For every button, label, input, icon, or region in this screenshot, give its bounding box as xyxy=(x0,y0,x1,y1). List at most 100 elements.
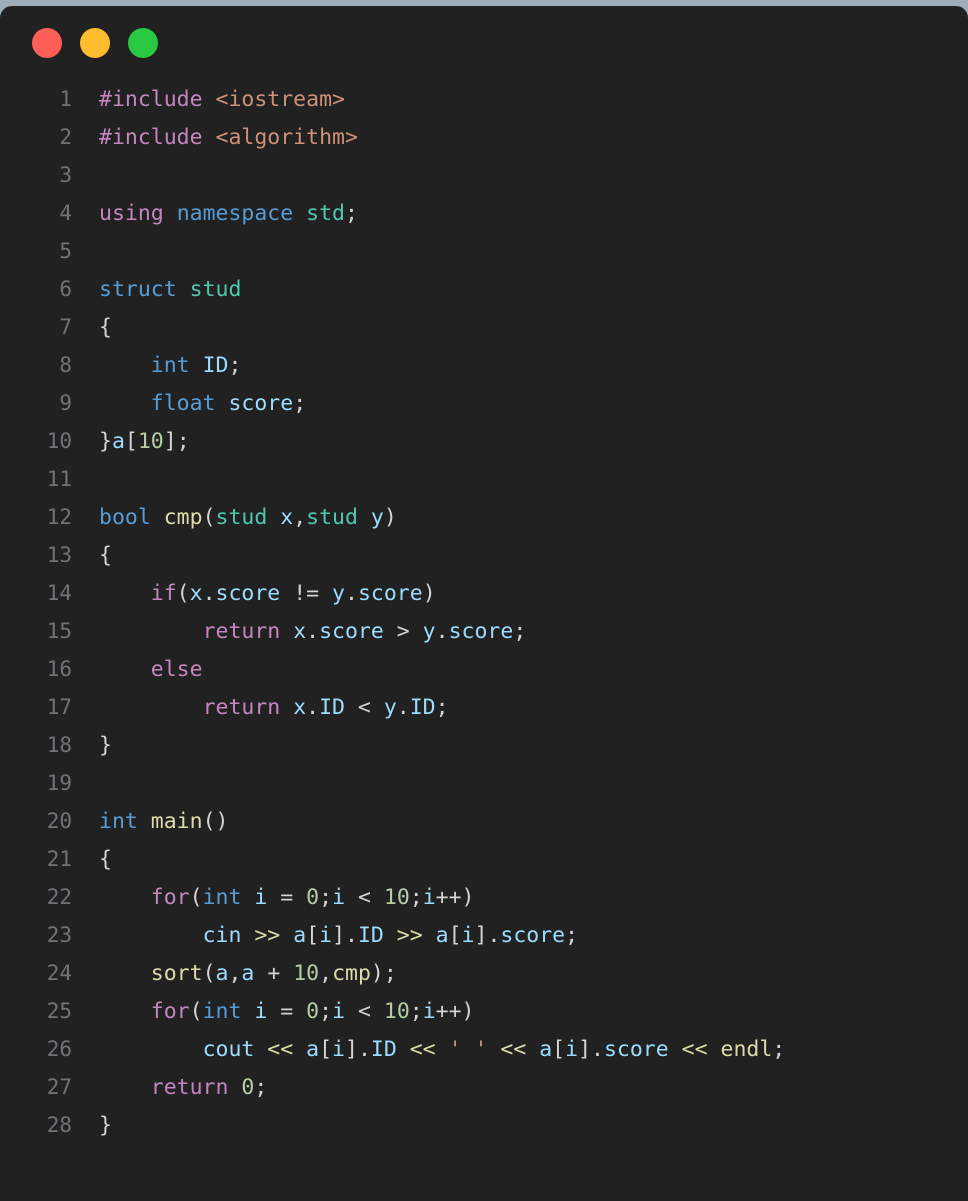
code-line[interactable]: 7{ xyxy=(0,308,968,346)
code-token: endl xyxy=(720,1037,773,1062)
code-token: x xyxy=(293,619,307,644)
code-token: <iostream> xyxy=(215,87,345,112)
code-token: score xyxy=(448,619,514,644)
code-line[interactable]: 10}a[10]; xyxy=(0,422,968,460)
line-code[interactable]: using namespace std; xyxy=(72,195,358,233)
close-button-icon[interactable] xyxy=(32,28,62,58)
line-code[interactable]: { xyxy=(72,309,112,347)
line-number: 7 xyxy=(59,315,72,339)
code-line[interactable]: 3 xyxy=(0,156,968,194)
line-code[interactable]: float score; xyxy=(72,385,306,423)
code-line[interactable]: 17 return x.ID < y.ID; xyxy=(0,688,968,726)
code-token: ID xyxy=(370,1037,397,1062)
code-line[interactable]: 27 return 0; xyxy=(0,1068,968,1106)
code-token: i xyxy=(332,1037,345,1062)
line-code[interactable]: int main() xyxy=(72,803,228,841)
code-line[interactable]: 2 #include <algorithm> xyxy=(0,118,968,156)
line-code[interactable]: struct stud xyxy=(72,271,241,309)
code-token: ; xyxy=(565,923,579,948)
code-line[interactable]: 9 float score; xyxy=(0,384,968,422)
code-line[interactable]: 5 xyxy=(0,232,968,270)
code-token: score xyxy=(228,391,294,416)
line-code[interactable]: return x.score > y.score; xyxy=(72,613,527,651)
code-line[interactable]: 14 if(x.score != y.score) xyxy=(0,574,968,612)
line-code[interactable]: for(int i = 0;i < 10;i++) xyxy=(72,993,475,1031)
code-token: ; xyxy=(293,391,307,416)
line-number: 11 xyxy=(46,467,72,491)
line-number: 12 xyxy=(46,505,72,529)
code-line[interactable]: 24 sort(a,a + 10,cmp); xyxy=(0,954,968,992)
code-line[interactable]: 8 int ID; xyxy=(0,346,968,384)
code-line[interactable]: 18} xyxy=(0,726,968,764)
code-line[interactable]: 11 xyxy=(0,460,968,498)
code-line[interactable]: 13 { xyxy=(0,536,968,574)
code-token: y xyxy=(370,505,384,530)
line-code[interactable] xyxy=(72,765,112,803)
line-code[interactable]: #include <algorithm> xyxy=(72,119,358,157)
code-line[interactable]: 28} xyxy=(0,1106,968,1144)
line-code[interactable]: cout << a[i].ID << ' ' << a[i].score << … xyxy=(72,1031,786,1069)
code-line[interactable]: 12 bool cmp(stud x,stud y) xyxy=(0,498,968,536)
code-token: int xyxy=(150,353,190,378)
code-token: ]; xyxy=(163,429,190,454)
line-code[interactable] xyxy=(72,233,112,271)
code-line[interactable]: 4 using namespace std; xyxy=(0,194,968,232)
line-code[interactable]: for(int i = 0;i < 10;i++) xyxy=(72,879,475,917)
code-line[interactable]: 25 for(int i = 0;i < 10;i++) xyxy=(0,992,968,1030)
line-number: 22 xyxy=(46,885,72,909)
line-code[interactable]: } xyxy=(72,727,112,765)
maximize-button-icon[interactable] xyxy=(128,28,158,58)
code-line[interactable]: 6 struct stud xyxy=(0,270,968,308)
code-line[interactable]: 1 #include <iostream> xyxy=(0,80,968,118)
line-code[interactable] xyxy=(72,157,112,195)
line-code[interactable]: if(x.score != y.score) xyxy=(72,575,436,613)
code-token: << xyxy=(409,1037,436,1062)
code-line[interactable]: 21 { xyxy=(0,840,968,878)
code-line[interactable]: 16 else xyxy=(0,650,968,688)
line-code[interactable]: cin >> a[i].ID >> a[i].score; xyxy=(72,917,579,955)
code-line[interactable]: 22 for(int i = 0;i < 10;i++) xyxy=(0,878,968,916)
code-line[interactable]: 15 return x.score > y.score; xyxy=(0,612,968,650)
code-token: , xyxy=(228,961,242,986)
code-token: . xyxy=(306,695,320,720)
line-code[interactable]: return 0; xyxy=(72,1069,268,1107)
line-number: 18 xyxy=(46,733,72,757)
code-line[interactable]: 23 cin >> a[i].ID >> a[i].score; xyxy=(0,916,968,954)
code-token: } xyxy=(99,1113,112,1138)
code-token: stud xyxy=(306,505,358,530)
line-code[interactable] xyxy=(72,461,112,499)
line-code[interactable]: { xyxy=(72,841,112,879)
minimize-button-icon[interactable] xyxy=(80,28,110,58)
code-line[interactable]: 19 xyxy=(0,764,968,802)
code-token: else xyxy=(150,657,203,682)
line-code[interactable]: int ID; xyxy=(72,347,242,385)
code-token: ]. xyxy=(474,923,501,948)
code-token: ]. xyxy=(332,923,358,948)
line-code[interactable]: }a[10]; xyxy=(72,423,190,461)
code-token: 10 xyxy=(383,999,410,1024)
code-line[interactable]: 26 cout << a[i].ID << ' ' << a[i].score … xyxy=(0,1030,968,1068)
code-token: a xyxy=(215,961,229,986)
line-code[interactable]: } xyxy=(72,1107,112,1145)
code-token: i xyxy=(254,885,268,910)
code-token: #include xyxy=(99,125,203,150)
line-code[interactable]: return x.ID < y.ID; xyxy=(72,689,449,727)
line-code[interactable]: { xyxy=(72,537,112,575)
code-token: namespace xyxy=(176,201,294,226)
line-number: 17 xyxy=(46,695,72,719)
line-code[interactable]: sort(a,a + 10,cmp); xyxy=(72,955,397,993)
line-code[interactable]: #include <iostream> xyxy=(72,81,345,119)
code-token: bool xyxy=(99,505,151,530)
line-code[interactable]: else xyxy=(72,651,203,689)
code-line[interactable]: 20 int main() xyxy=(0,802,968,840)
line-code[interactable]: bool cmp(stud x,stud y) xyxy=(72,499,397,537)
code-editor[interactable]: 1 #include <iostream> 2 #include <algorithm… xyxy=(0,80,968,1144)
